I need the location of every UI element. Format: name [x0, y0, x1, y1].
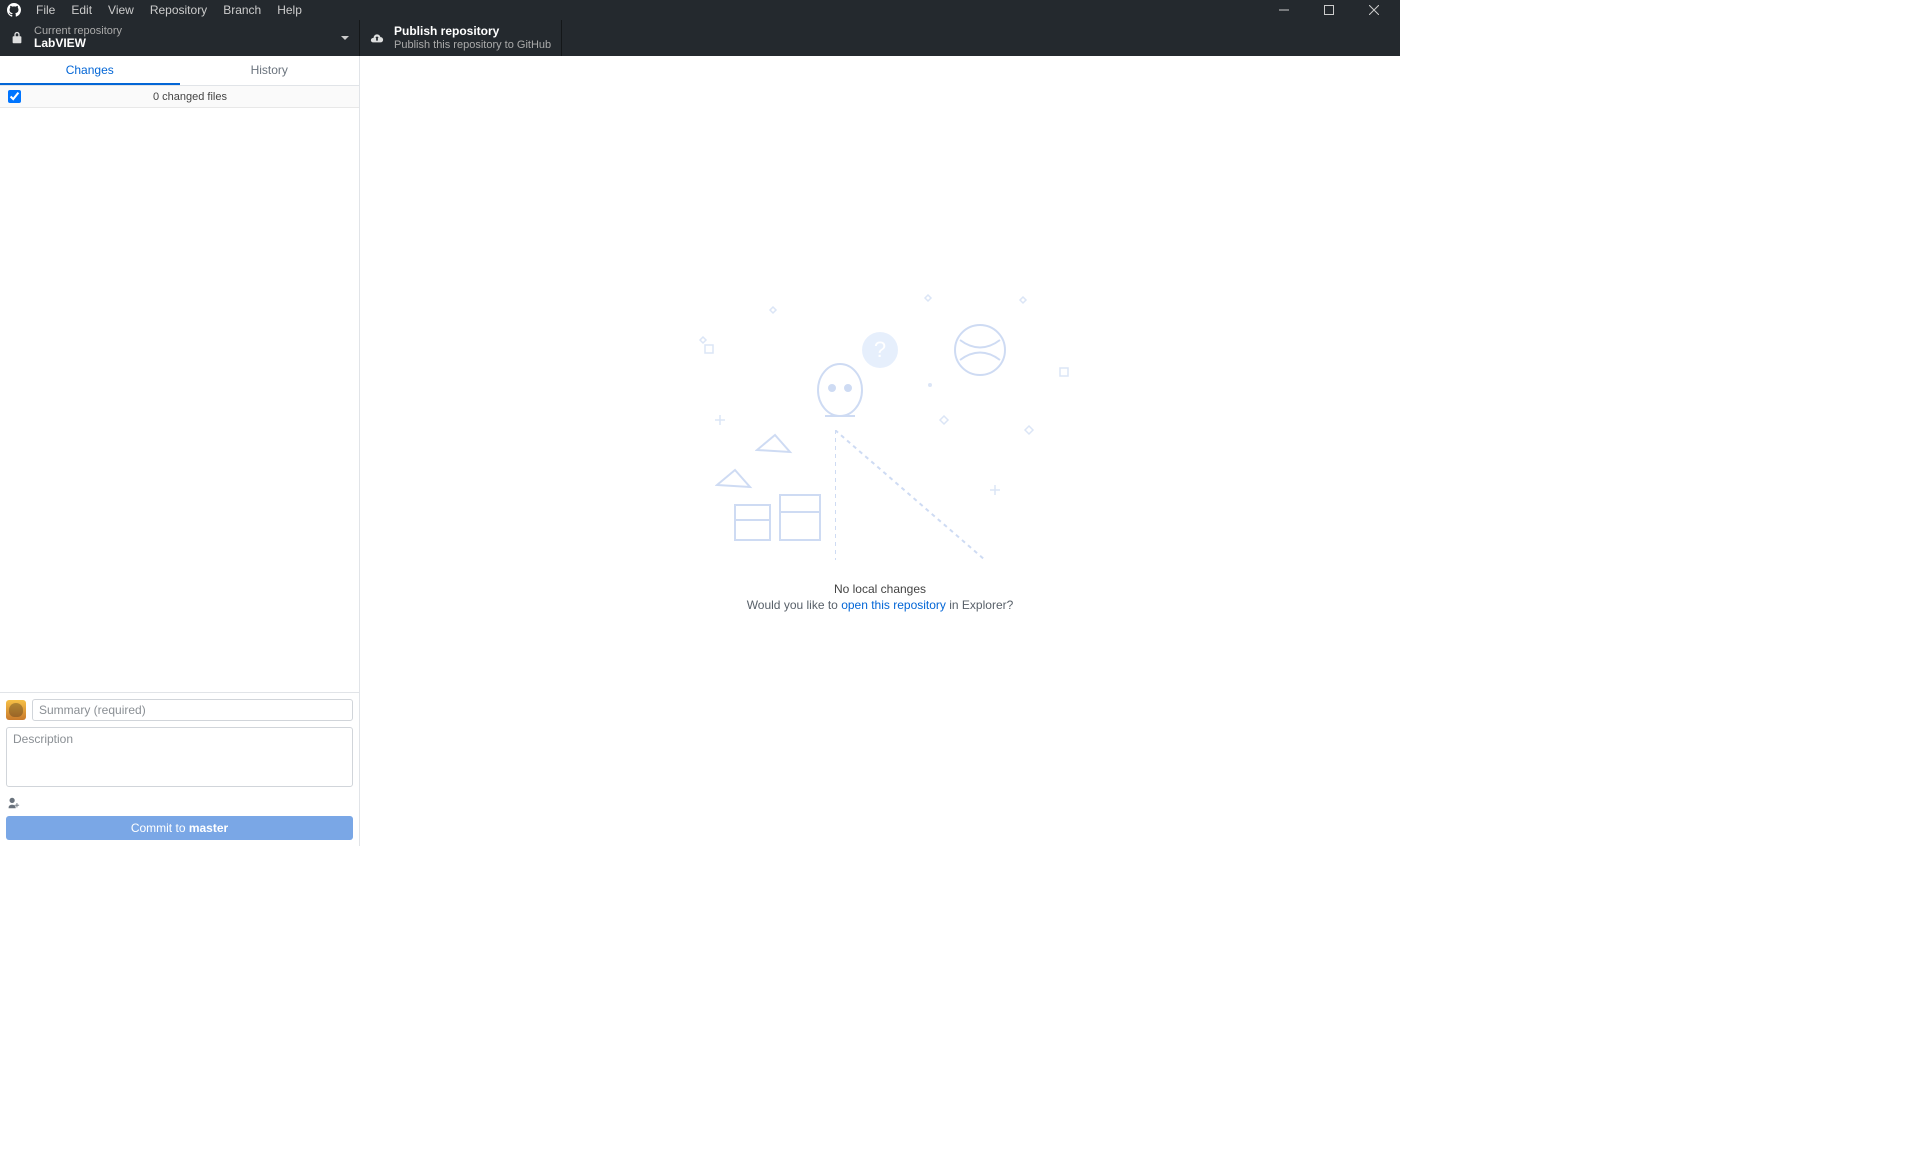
- avatar: [6, 700, 26, 720]
- menu-help[interactable]: Help: [269, 1, 310, 19]
- repo-name: LabVIEW: [34, 37, 122, 50]
- close-button[interactable]: [1351, 0, 1396, 20]
- commit-btn-branch: master: [189, 821, 228, 835]
- cloud-upload-icon: [370, 30, 386, 46]
- current-repository-dropdown[interactable]: Current repository LabVIEW: [0, 20, 360, 56]
- add-coauthors-button[interactable]: [6, 796, 353, 812]
- lock-icon: [10, 30, 26, 46]
- menu-edit[interactable]: Edit: [63, 1, 100, 19]
- commit-btn-prefix: Commit to: [131, 821, 189, 835]
- description-input[interactable]: [6, 727, 353, 787]
- chevron-down-icon: [341, 29, 349, 47]
- no-changes-title: No local changes: [834, 582, 926, 596]
- window-controls: [1261, 0, 1396, 20]
- menu-file[interactable]: File: [28, 1, 63, 19]
- sidebar: Changes History 0 changed files Commit t…: [0, 56, 360, 846]
- publish-sub: Publish this repository to GitHub: [394, 39, 551, 51]
- no-changes-subtitle: Would you like to open this repository i…: [747, 598, 1014, 612]
- commit-button[interactable]: Commit to master: [6, 816, 353, 840]
- main-panel: ? No local changes Would you: [360, 56, 1400, 846]
- tab-changes[interactable]: Changes: [0, 56, 180, 85]
- menu-repository[interactable]: Repository: [142, 1, 215, 19]
- empty-state-illustration: ?: [670, 290, 1090, 570]
- content-area: Changes History 0 changed files Commit t…: [0, 56, 1400, 846]
- commit-form: Commit to master: [0, 692, 359, 846]
- title-bar: File Edit View Repository Branch Help: [0, 0, 1400, 20]
- toolbar: Current repository LabVIEW Publish repos…: [0, 20, 1400, 56]
- maximize-button[interactable]: [1306, 0, 1351, 20]
- publish-label: Publish repository: [394, 25, 551, 38]
- summary-input[interactable]: [32, 699, 353, 721]
- changes-list: [0, 108, 359, 692]
- sidebar-tabs: Changes History: [0, 56, 359, 86]
- select-all-checkbox[interactable]: [8, 90, 21, 103]
- open-repository-link[interactable]: open this repository: [841, 598, 946, 612]
- minimize-button[interactable]: [1261, 0, 1306, 20]
- github-logo-icon: [6, 2, 22, 18]
- menu-view[interactable]: View: [100, 1, 142, 19]
- changed-files-count: 0 changed files: [29, 91, 351, 103]
- publish-repository-button[interactable]: Publish repository Publish this reposito…: [360, 20, 562, 56]
- menu-branch[interactable]: Branch: [215, 1, 269, 19]
- changes-header: 0 changed files: [0, 86, 359, 108]
- menu-bar: File Edit View Repository Branch Help: [28, 1, 310, 19]
- tab-history[interactable]: History: [180, 56, 360, 85]
